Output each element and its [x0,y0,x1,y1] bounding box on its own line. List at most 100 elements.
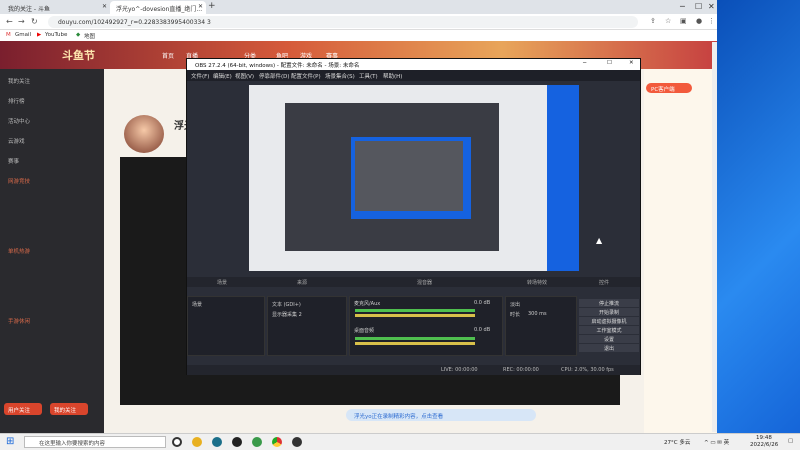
menu-edit[interactable]: 编辑(E) [213,72,232,80]
mixer-desktop-level: 0.0 dB [474,327,491,333]
site-logo[interactable]: 斗鱼节 [62,47,95,63]
sidebar-item-rank[interactable]: 排行榜 [8,97,25,105]
stop-streaming-button[interactable]: 停止推流 [579,299,639,307]
menu-profile[interactable]: 配置文件(P) [291,72,321,80]
exit-button[interactable]: 退出 [579,344,639,352]
dock-label-mixer: 混音器 [417,280,433,286]
obs-icon[interactable] [292,437,302,447]
weather-status[interactable]: 27°C 多云 [664,438,690,446]
maps-icon: ◆ [76,32,81,38]
obs-close-icon[interactable]: ✕ [629,60,634,66]
menu-file[interactable]: 文件(F) [191,72,209,80]
dock-label-sources: 来源 [297,280,308,286]
pc-client-badge[interactable]: PC客户端 [646,83,692,93]
maximize-icon[interactable]: ☐ [695,2,702,11]
edge-icon[interactable] [212,437,222,447]
bookmark-gmail[interactable]: Gmail [15,32,31,38]
windows-taskbar: ⊞ 在这里输入你要搜索的内容 27°C 多云 ^ ▭ ✉ 英 19:48 202… [0,433,800,450]
transitions-dock: 淡出 时长 300 ms [505,296,577,356]
bookmark-maps[interactable]: 地图 [84,32,95,40]
sidebar-item-follow[interactable]: 我的关注 [8,77,30,85]
close-icon[interactable]: ✕ [198,3,203,10]
bookmarks-bar: M Gmail ▶ YouTube ◆ 地图 [0,30,717,41]
windows-start-icon[interactable]: ⊞ [6,436,14,447]
reload-icon[interactable]: ↻ [31,17,38,26]
profile-icon[interactable]: ● [696,17,702,25]
share-icon[interactable]: ⇪ [650,17,656,25]
desktop-background [717,0,800,433]
tab-label: 我的关注 - 斗鱼 [8,6,50,13]
source-display[interactable]: 显示器采集 2 [272,311,302,318]
menu-icon[interactable]: ⋮ [708,17,715,25]
transition-select[interactable]: 淡出 [510,301,520,308]
back-icon[interactable]: ← [6,17,13,26]
studio-mode-button[interactable]: 工作室模式 [579,326,639,334]
chrome-icon[interactable] [272,437,282,447]
taskbar-search-input[interactable]: 在这里输入你要搜索的内容 [24,436,166,448]
url-input[interactable]: douyu.com/102492927_r=0.2283383995400334… [48,16,638,28]
obs-preview[interactable] [249,85,579,271]
obs-title-bar: OBS 27.2.4 (64-bit, windows) - 配置文件: 未命名… [187,59,640,70]
mixer-mic-meter [355,309,475,312]
mixer-mic-fader[interactable] [355,314,475,317]
sidebar-item-events[interactable]: 赛事 [8,157,19,165]
nested-capture-inner [351,137,471,219]
sidebar-item-activity[interactable]: 活动中心 [8,117,30,125]
menu-scene-collection[interactable]: 场景集合(S) [325,72,355,80]
browser-tab-1[interactable]: 我的关注 - 斗鱼 ✕ [2,1,110,14]
mouse-cursor: ▲ [596,236,603,245]
sidebar-section-mobile: 手游休闲 [8,319,31,325]
close-icon[interactable]: ✕ [102,3,107,10]
start-recording-button[interactable]: 开始录制 [579,308,639,316]
nav-home[interactable]: 首页 [162,51,174,60]
scene-item[interactable]: 场景 [192,301,202,308]
file-explorer-icon[interactable] [192,437,202,447]
app-icon[interactable] [232,437,242,447]
clock-date[interactable]: 2022/6/26 [750,442,778,448]
source-text[interactable]: 文本 (GDI+) [272,301,301,308]
new-tab-icon[interactable]: + [208,1,216,11]
mixer-mic-level: 0.0 dB [474,300,491,306]
menu-docks[interactable]: 停靠部件(D) [259,72,290,80]
settings-button[interactable]: 设置 [579,335,639,343]
bookmark-youtube[interactable]: YouTube [45,32,67,38]
scenes-dock: 场景 [187,296,265,356]
duration-label: 时长 [510,312,521,318]
page-scrollbar[interactable] [712,42,717,432]
live-status: LIVE: 00:00:00 [441,367,478,373]
dock-label-transitions: 转场特效 [527,280,548,286]
nested-capture [285,103,499,251]
menu-view[interactable]: 视图(V) [235,72,254,80]
tray-icons[interactable]: ^ ▭ ✉ 英 [704,438,729,446]
user-follow-button[interactable]: 用户关注 [4,403,42,415]
obs-minimize-icon[interactable]: ─ [583,60,586,66]
cpu-status: CPU: 2.0%, 30.00 fps [561,367,614,373]
menu-help[interactable]: 帮助(H) [383,72,402,80]
notification-icon[interactable]: ▢ [788,438,793,444]
forward-icon[interactable]: → [18,17,25,26]
gmail-icon: M [6,32,11,38]
obs-title: OBS 27.2.4 (64-bit, windows) - 配置文件: 未命名… [195,63,360,69]
streamer-avatar[interactable] [124,115,164,153]
chat-notice[interactable]: 浮光yo正在录制精彩内容，点击查看 [346,409,536,421]
mixer-desktop-fader[interactable] [355,342,475,345]
browser-tab-2[interactable]: 浮光yo^-dovesion直播_绝门... ✕ [110,1,206,14]
extensions-icon[interactable]: ▣ [680,17,687,25]
sources-dock: 文本 (GDI+) 显示器采集 2 [267,296,347,356]
obs-window: OBS 27.2.4 (64-bit, windows) - 配置文件: 未命名… [186,58,641,375]
obs-maximize-icon[interactable]: ☐ [607,60,612,66]
star-icon[interactable]: ☆ [665,17,671,25]
clock-time[interactable]: 19:48 [756,435,772,441]
minimize-icon[interactable]: ─ [680,2,685,11]
duration-input[interactable]: 300 ms [528,311,547,317]
my-follow-button[interactable]: 我的关注 [50,403,88,415]
app-icon-2[interactable] [252,437,262,447]
sidebar-item-cloudgame[interactable]: 云游戏 [8,137,25,145]
menu-tools[interactable]: 工具(T) [359,72,378,80]
task-view-icon[interactable] [172,437,182,447]
nested-capture-deep [355,141,463,211]
right-panel [644,69,717,433]
close-window-icon[interactable]: ✕ [708,2,715,11]
virtual-camera-button[interactable]: 启动虚拟摄像机 [579,317,639,325]
dock-label-controls: 控件 [599,280,610,286]
